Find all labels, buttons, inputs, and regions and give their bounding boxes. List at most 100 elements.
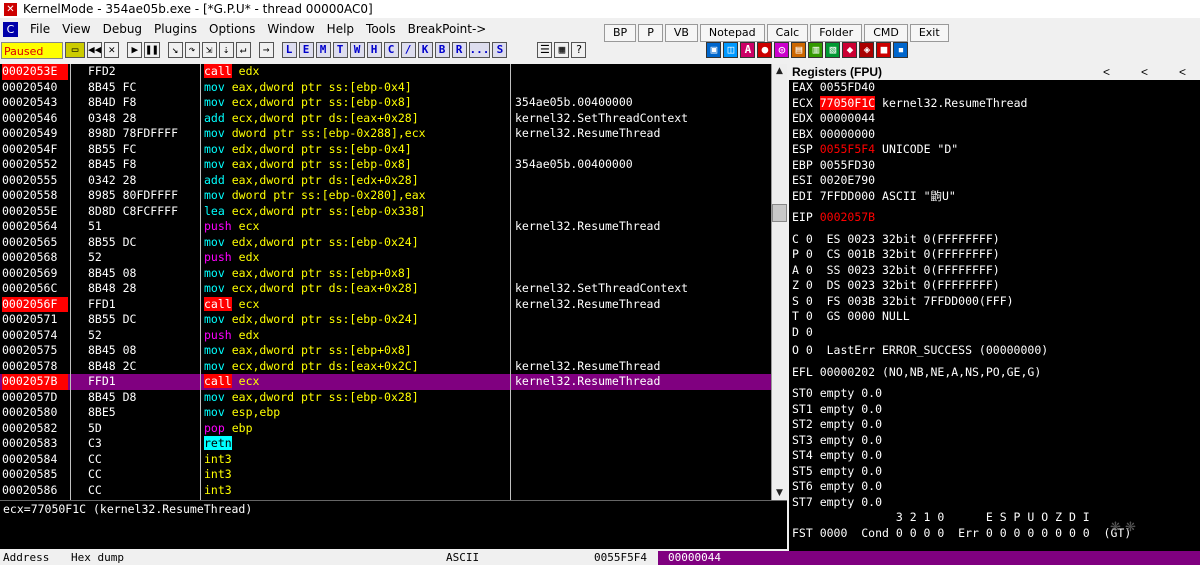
plugin-icon-9[interactable]: ◆: [842, 42, 858, 58]
window-handles-button[interactable]: H: [366, 42, 382, 58]
disasm-row[interactable]: 00020549 898D 78FDFFFF mov dword ptr ss:[e…: [0, 126, 787, 142]
disasm-row[interactable]: 00020543 8B4D F8 mov ecx,dword ptr ss:[ebp…: [0, 95, 787, 111]
disasm-row[interactable]: 0002055E 8D8D C8FCFFFF lea ecx,dword ptr s…: [0, 204, 787, 220]
window-threads-button[interactable]: T: [332, 42, 348, 58]
window-executables-button[interactable]: E: [298, 42, 314, 58]
disasm-row[interactable]: 0002053E FFD2 call edx: [0, 64, 787, 80]
disasm-row[interactable]: 00020569 8B45 08 mov eax,dword ptr ss:[ebp…: [0, 266, 787, 282]
menu-view[interactable]: View: [56, 22, 96, 36]
scroll-up-icon[interactable]: ▲: [772, 64, 787, 78]
close-registers-icon[interactable]: <: [1179, 64, 1186, 80]
fpu-st-register[interactable]: ST3 empty 0.0: [789, 433, 1200, 449]
window-windows-button[interactable]: W: [349, 42, 365, 58]
register-esp[interactable]: ESP 0055F5F4 UNICODE "D": [789, 142, 1200, 158]
menu-help[interactable]: Help: [321, 22, 360, 36]
disasm-row[interactable]: 0002054F 8B55 FC mov edx,dword ptr ss:[ebp…: [0, 142, 787, 158]
register-ebx[interactable]: EBX 00000000: [789, 127, 1200, 143]
plugin-icon-11[interactable]: ■: [876, 42, 892, 58]
menu-options[interactable]: Options: [203, 22, 261, 36]
scroll-thumb[interactable]: [772, 204, 787, 222]
disasm-row[interactable]: 00020558 8985 80FDFFFF mov dword ptr ss:[e…: [0, 188, 787, 204]
menu-plugins[interactable]: Plugins: [148, 22, 203, 36]
disasm-row[interactable]: 00020585 CC int3: [0, 467, 787, 483]
menu-breakpoint[interactable]: BreakPoint->: [402, 22, 493, 36]
grid-icon[interactable]: ▦: [554, 42, 570, 58]
disasm-row[interactable]: 00020580 8BE5 mov esp,ebp: [0, 405, 787, 421]
register-ecx[interactable]: ECX 77050F1C kernel32.ResumeThread: [789, 95, 1200, 112]
window-runtrace-button[interactable]: ...: [468, 42, 491, 58]
disasm-row[interactable]: 00020552 8B45 F8 mov eax,dword ptr ss:[ebp…: [0, 157, 787, 173]
plugin-icon-4[interactable]: ●: [757, 42, 773, 58]
fpu-st-register[interactable]: ST7 empty 0.0: [789, 495, 1200, 511]
register-esi[interactable]: ESI 0020E790: [789, 173, 1200, 189]
disasm-row[interactable]: 00020540 8B45 FC mov eax,dword ptr ss:[ebp…: [0, 80, 787, 96]
flag-row[interactable]: P 0 CS 001B 32bit 0(FFFFFFFF): [789, 247, 1200, 263]
register-eax[interactable]: EAX 0055FD40: [789, 80, 1200, 96]
disasm-row[interactable]: 00020574 52 push edx: [0, 328, 787, 344]
window-memory-button[interactable]: M: [315, 42, 331, 58]
flag-row[interactable]: Z 0 DS 0023 32bit 0(FFFFFFFF): [789, 278, 1200, 294]
goto-icon[interactable]: →: [258, 42, 274, 58]
window-patches-button[interactable]: /: [400, 42, 416, 58]
disassembly-pane[interactable]: 0002053E FFD2 call edx 00020540 8B45 FC mov e…: [0, 64, 787, 500]
plugin-icon-1[interactable]: ▣: [706, 42, 722, 58]
flag-row[interactable]: T 0 GS 0000 NULL: [789, 309, 1200, 325]
window-cpu-button[interactable]: C: [383, 42, 399, 58]
window-source-button[interactable]: S: [492, 42, 508, 58]
run-icon[interactable]: ▶: [127, 42, 143, 58]
disasm-row[interactable]: 00020586 CC int3: [0, 483, 787, 499]
fpu-st-register[interactable]: ST4 empty 0.0: [789, 448, 1200, 464]
flag-row[interactable]: S 0 FS 003B 32bit 7FFDD000(FFF): [789, 294, 1200, 310]
plugin-icon-8[interactable]: ▧: [825, 42, 841, 58]
plugin-icon-5[interactable]: ◎: [774, 42, 790, 58]
plugin-icon-6[interactable]: ▤: [791, 42, 807, 58]
fpu-st-register[interactable]: ST5 empty 0.0: [789, 464, 1200, 480]
disasm-scrollbar[interactable]: ▲ ▼: [771, 64, 787, 500]
disasm-row[interactable]: 00020575 8B45 08 mov eax,dword ptr ss:[ebp…: [0, 343, 787, 359]
fpu-st-register[interactable]: ST6 empty 0.0: [789, 479, 1200, 495]
disasm-row[interactable]: 00020571 8B55 DC mov edx,dword ptr ss:[ebp…: [0, 312, 787, 328]
plugin-icon-3[interactable]: A: [740, 42, 756, 58]
register-ebp[interactable]: EBP 0055FD30: [789, 158, 1200, 174]
menu-tools[interactable]: Tools: [360, 22, 402, 36]
pause-icon[interactable]: ❚❚: [144, 42, 160, 58]
fpu-st-register[interactable]: ST0 empty 0.0: [789, 386, 1200, 402]
step-over-icon[interactable]: ↷: [184, 42, 200, 58]
disasm-row[interactable]: 00020578 8B48 2C mov ecx,dword ptr ds:[eax…: [0, 359, 787, 375]
disasm-row[interactable]: 00020568 52 push edx: [0, 250, 787, 266]
disasm-row[interactable]: 00020564 51 push ecx kernel32.ResumeThread: [0, 219, 787, 235]
disasm-row[interactable]: 0002056F FFD1 call ecx kernel32.ResumeThrea…: [0, 296, 787, 312]
registers-pane[interactable]: Registers (FPU) < < < EAX 0055FD40 ECX 7…: [789, 64, 1200, 551]
next-arrow-icon[interactable]: <: [1141, 64, 1148, 80]
window-log-button[interactable]: L: [281, 42, 297, 58]
disasm-row[interactable]: 0002057B FFD1 call ecx kernel32.ResumeThrea…: [0, 374, 787, 390]
fpu-st-register[interactable]: ST1 empty 0.0: [789, 402, 1200, 418]
step-into-icon[interactable]: ↘: [167, 42, 183, 58]
menu-file[interactable]: File: [24, 22, 56, 36]
plugin-icon-12[interactable]: ▪: [893, 42, 909, 58]
trace-over-icon[interactable]: ⇣: [218, 42, 234, 58]
dump-hex-col[interactable]: Hex dump: [71, 551, 124, 565]
disasm-row[interactable]: 00020555 0342 28 add eax,dword ptr ds:[edx…: [0, 173, 787, 189]
flag-row[interactable]: A 0 SS 0023 32bit 0(FFFFFFFF): [789, 263, 1200, 279]
scroll-down-icon[interactable]: ▼: [772, 486, 787, 500]
flag-row[interactable]: D 0: [789, 325, 1200, 341]
disasm-row[interactable]: 00020582 5D pop ebp: [0, 421, 787, 437]
window-references-button[interactable]: R: [451, 42, 467, 58]
disasm-row[interactable]: 00020583 C3 retn: [0, 436, 787, 452]
fpu-st-register[interactable]: ST2 empty 0.0: [789, 417, 1200, 433]
prev-arrow-icon[interactable]: <: [1103, 64, 1110, 80]
window-callstack-button[interactable]: K: [417, 42, 433, 58]
close-icon[interactable]: ✕: [104, 42, 120, 58]
flag-row[interactable]: C 0 ES 0023 32bit 0(FFFFFFFF): [789, 232, 1200, 248]
disasm-row[interactable]: 00020565 8B55 DC mov edx,dword ptr ss:[ebp…: [0, 235, 787, 251]
help-icon[interactable]: ?: [571, 42, 587, 58]
register-edx[interactable]: EDX 00000044: [789, 111, 1200, 127]
disasm-row[interactable]: 0002056C 8B48 28 mov ecx,dword ptr ds:[eax…: [0, 281, 787, 297]
efl-register[interactable]: EFL 00000202 (NO,NB,NE,A,NS,PO,GE,G): [789, 365, 1200, 381]
restart-icon[interactable]: ◀◀: [87, 42, 103, 58]
dump-ascii-col[interactable]: ASCII: [446, 551, 479, 565]
open-icon[interactable]: ▭: [65, 42, 85, 58]
plugin-icon-2[interactable]: ◫: [723, 42, 739, 58]
plugin-icon-7[interactable]: ▥: [808, 42, 824, 58]
